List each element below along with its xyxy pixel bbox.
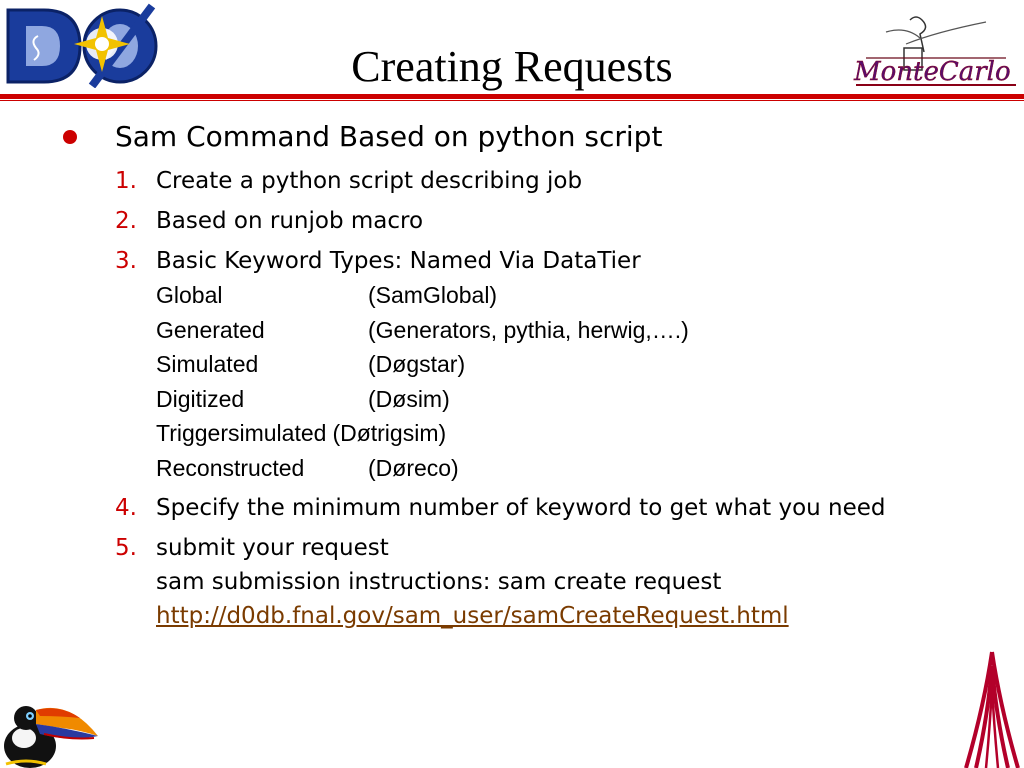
list-item-text: Based on runjob macro <box>156 208 424 234</box>
create-request-link[interactable]: http://d0db.fnal.gov/sam_user/samCreateR… <box>156 603 789 629</box>
keyword-value: (Døsim) <box>368 385 450 412</box>
title-rule <box>0 94 1024 99</box>
keyword-name: Reconstructed <box>156 454 305 481</box>
monte-carlo-logo: MonteCarlo <box>853 16 1016 87</box>
fermilab-arch-image <box>964 651 1020 768</box>
list-number: 4. <box>115 495 137 521</box>
list-number: 3. <box>115 248 137 274</box>
keyword-row: Triggersimulated (Døtrigsim) <box>156 416 995 451</box>
keyword-row: Digitized (Døsim) <box>156 382 995 417</box>
list-item-3: 3. Basic Keyword Types: Named Via DataTi… <box>115 244 995 485</box>
list-item-text: Basic Keyword Types: Named Via DataTier <box>156 248 641 274</box>
list-item-2: 2. Based on runjob macro <box>115 204 995 238</box>
keyword-row: Global (SamGlobal) <box>156 278 995 313</box>
list-item-5: 5. submit your request sam submission in… <box>115 531 995 633</box>
keyword-value: (SamGlobal) <box>368 282 498 308</box>
numbered-list: 1. Create a python script describing job… <box>115 164 995 639</box>
list-item-text: Specify the minimum number of keyword to… <box>156 495 886 521</box>
keyword-row: Reconstructed (Døreco) <box>156 451 995 486</box>
list-number: 2. <box>115 208 137 234</box>
keyword-row: Simulated (Døgstar) <box>156 347 995 382</box>
keyword-name: Simulated <box>156 351 259 377</box>
bullet-dot-icon <box>63 130 77 144</box>
title-rule-thin <box>0 100 1024 101</box>
list-item-text: submit your request <box>156 535 389 561</box>
list-item-text: Create a python script describing job <box>156 168 583 194</box>
svg-text:MonteCarlo: MonteCarlo <box>853 57 1011 87</box>
list-number: 5. <box>115 535 137 561</box>
slide: Creating Requests MonteCarlo Sam Command… <box>0 0 1024 768</box>
keyword-value: (Døtrigsim) <box>332 420 447 446</box>
list-item-subtext: sam submission instructions: sam create … <box>156 569 722 595</box>
keyword-name: Triggersimulated <box>156 420 327 446</box>
list-item-1: 1. Create a python script describing job <box>115 164 995 198</box>
keyword-value: (Døreco) <box>368 454 459 481</box>
keyword-name: Generated <box>156 316 265 343</box>
keyword-value: (Døgstar) <box>368 351 466 377</box>
toucan-image <box>4 706 98 768</box>
keyword-value: (Generators, pythia, herwig,….) <box>368 316 689 343</box>
keyword-name: Global <box>156 282 223 308</box>
keyword-name: Digitized <box>156 385 245 412</box>
main-bullet-text: Sam Command Based on python script <box>115 120 663 153</box>
keyword-row: Generated (Generators, pythia, herwig,….) <box>156 313 995 348</box>
list-number: 1. <box>115 168 137 194</box>
list-item-4: 4. Specify the minimum number of keyword… <box>115 491 995 525</box>
keyword-table: Global (SamGlobal) Generated (Generators, … <box>156 278 995 485</box>
